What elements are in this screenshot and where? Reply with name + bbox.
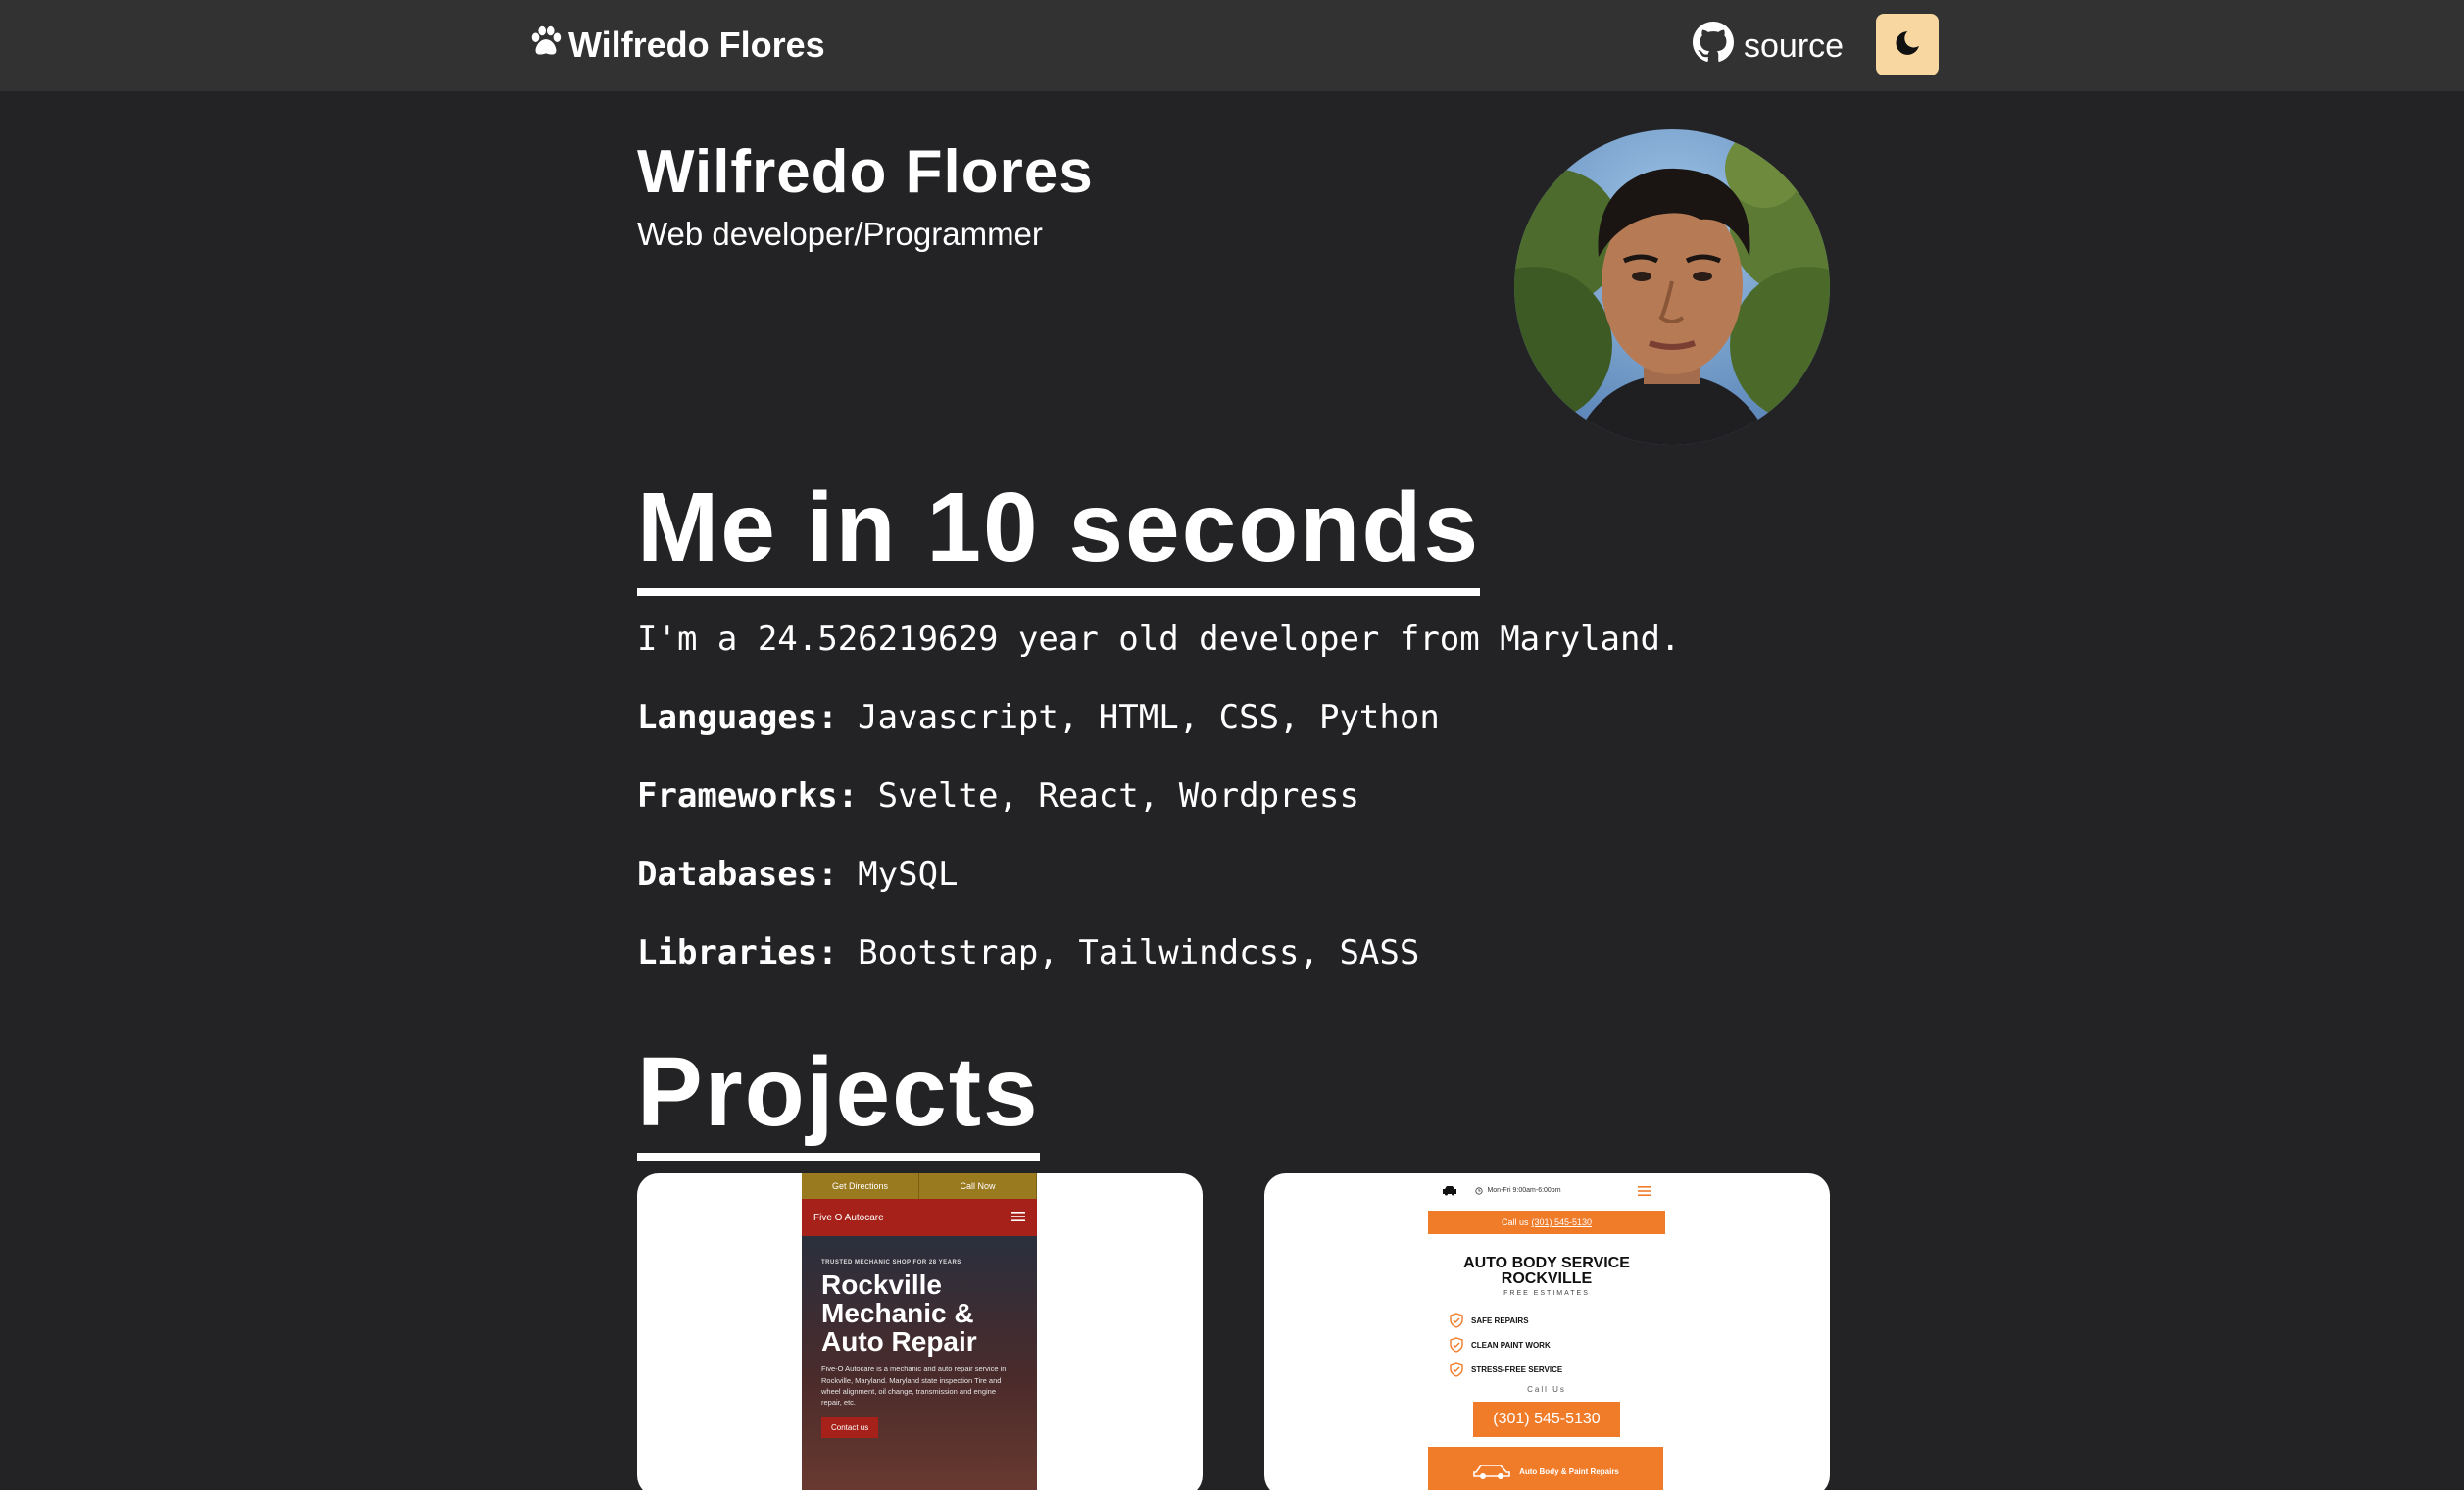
mock-headline: Rockville Mechanic & Auto Repair: [821, 1269, 977, 1357]
mock-topbar: Get Directions Call Now: [802, 1173, 1037, 1199]
libraries-line: Libraries: Bootstrap, Tailwindcss, SASS: [637, 933, 1419, 972]
hamburger-icon: [1638, 1186, 1651, 1198]
mock-top: Mon-Fri 9:00am-6:00pm: [1424, 1173, 1669, 1211]
mock-checks: SAFE REPAIRS CLEAN PAINT WORK STRESS-FRE…: [1450, 1309, 1669, 1382]
age-line: I'm a 24.526219629 year old developer fr…: [637, 620, 1681, 659]
databases-line: Databases: MySQL: [637, 855, 959, 894]
languages-value: Javascript, HTML, CSS, Python: [837, 698, 1440, 737]
libraries-label: Libraries:: [637, 933, 838, 972]
frameworks-value: Svelte, React, Wordpress: [858, 776, 1359, 816]
car-icon: [1442, 1185, 1457, 1199]
source-link[interactable]: source: [1693, 21, 1845, 72]
project-card-auto-body-rockville[interactable]: Mon-Fri 9:00am-6:00pm Call us (301) 545-…: [1264, 1173, 1830, 1490]
mock-free: FREE ESTIMATES: [1503, 1290, 1590, 1297]
frameworks-line: Frameworks: Svelte, React, Wordpress: [637, 776, 1359, 816]
mock-title-line2: ROCKVILLE: [1501, 1270, 1593, 1287]
projects-title-text: Projects: [637, 1037, 1040, 1147]
mock-check-label: CLEAN PAINT WORK: [1471, 1341, 1551, 1350]
mock-brand: Five O Autocare: [813, 1212, 884, 1223]
page-title: Wilfredo Flores: [637, 138, 1094, 206]
mock-phone-button: (301) 545-5130: [1473, 1402, 1620, 1437]
project-screenshot: Mon-Fri 9:00am-6:00pm Call us (301) 545-…: [1424, 1173, 1669, 1490]
project-card-five-o-autocare[interactable]: Get Directions Call Now Five O Autocare …: [637, 1173, 1203, 1490]
about-title-text: Me in 10 seconds: [637, 472, 1481, 582]
shield-check-icon: [1450, 1336, 1463, 1355]
brand-label: Wilfredo Flores: [568, 25, 825, 65]
mock-check-item: SAFE REPAIRS: [1450, 1309, 1669, 1333]
databases-label: Databases:: [637, 855, 838, 894]
databases-value: MySQL: [837, 855, 959, 894]
project-screenshot: Get Directions Call Now Five O Autocare …: [802, 1173, 1037, 1490]
hamburger-icon: [1011, 1211, 1025, 1224]
clock-icon: [1475, 1187, 1484, 1197]
mock-header: Five O Autocare: [802, 1199, 1037, 1236]
mock-call-number: (301) 545-5130: [1531, 1217, 1593, 1227]
shield-check-icon: [1450, 1312, 1463, 1330]
mock-hero: TRUSTED MECHANIC SHOP FOR 28 YEARS Rockv…: [802, 1236, 1037, 1490]
github-icon: [1693, 21, 1734, 72]
mock-check-label: STRESS-FREE SERVICE: [1471, 1366, 1563, 1374]
mock-desc: Five-O Autocare is a mechanic and auto r…: [821, 1365, 1007, 1408]
mock-check-item: STRESS-FREE SERVICE: [1450, 1358, 1669, 1382]
mock-callbar: Call us (301) 545-5130: [1428, 1211, 1665, 1234]
brand-link[interactable]: Wilfredo Flores: [527, 22, 825, 69]
mock-bottom-label: Auto Body & Paint Repairs: [1519, 1466, 1619, 1476]
mock-directions-label: Get Directions: [802, 1173, 919, 1199]
languages-label: Languages:: [637, 698, 838, 737]
navbar: Wilfredo Flores source: [0, 0, 2464, 91]
page-subtitle: Web developer/Programmer: [637, 216, 1043, 252]
about-section-title: Me in 10 seconds: [637, 478, 1481, 596]
avatar: [1514, 129, 1830, 445]
mock-bottom-bar: Auto Body & Paint Repairs: [1428, 1447, 1663, 1490]
mock-call-text: Call us: [1501, 1217, 1529, 1227]
shield-check-icon: [1450, 1361, 1463, 1379]
mock-check-item: CLEAN PAINT WORK: [1450, 1333, 1669, 1358]
libraries-value: Bootstrap, Tailwindcss, SASS: [837, 933, 1420, 972]
theme-toggle-button[interactable]: [1876, 14, 1939, 75]
mock-hours-text: Mon-Fri 9:00am-6:00pm: [1487, 1187, 1561, 1194]
mock-hours: Mon-Fri 9:00am-6:00pm: [1475, 1187, 1561, 1197]
mock-title: AUTO BODY SERVICE ROCKVILLE: [1424, 1256, 1669, 1287]
frameworks-label: Frameworks:: [637, 776, 859, 816]
mock-title-line1: AUTO BODY SERVICE: [1463, 1255, 1630, 1271]
title-underline: [637, 1153, 1040, 1161]
mock-tag: TRUSTED MECHANIC SHOP FOR 28 YEARS: [821, 1260, 961, 1266]
title-underline: [637, 588, 1481, 596]
source-label: source: [1744, 26, 1845, 65]
mock-check-label: SAFE REPAIRS: [1471, 1316, 1529, 1325]
car-icon: [1472, 1461, 1511, 1482]
mock-call-label: Call Now: [919, 1173, 1037, 1199]
mock-cta: Contact us: [821, 1417, 879, 1439]
moon-icon: [1893, 28, 1922, 61]
languages-line: Languages: Javascript, HTML, CSS, Python: [637, 698, 1440, 737]
projects-section-title: Projects: [637, 1043, 1040, 1161]
paw-icon: [527, 23, 565, 69]
mock-call-us: Call Us: [1527, 1385, 1566, 1394]
